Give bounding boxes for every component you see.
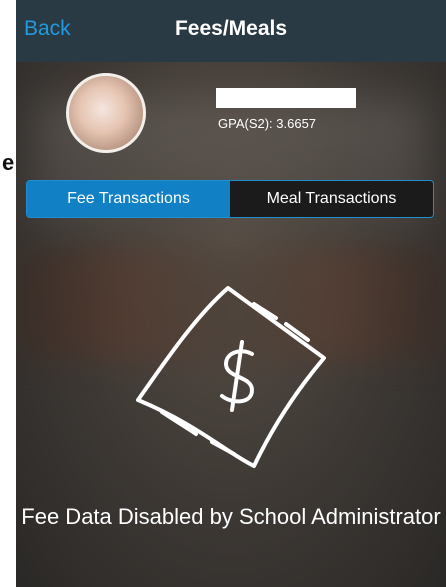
app-screen: Back Fees/Meals GPA(S2): 3.6657 Fee Tran…	[16, 0, 446, 587]
money-bill-icon	[136, 286, 326, 468]
page-title: Fees/Meals	[174, 17, 288, 40]
transactions-segmented-control: Fee Transactions Meal Transactions	[26, 180, 434, 218]
fee-disabled-message: Fee Data Disabled by School Administrato…	[21, 504, 441, 529]
redacted-student-name	[216, 88, 356, 108]
edge-character: e	[2, 150, 15, 175]
avatar	[66, 73, 146, 153]
tab-fee-transactions[interactable]: Fee Transactions	[27, 181, 230, 217]
gpa-label: GPA(S2): 3.6657	[218, 116, 317, 131]
tab-meal-transactions[interactable]: Meal Transactions	[230, 181, 433, 217]
left-margin: e	[0, 0, 16, 587]
navigation-bar: Back Fees/Meals	[16, 0, 446, 62]
